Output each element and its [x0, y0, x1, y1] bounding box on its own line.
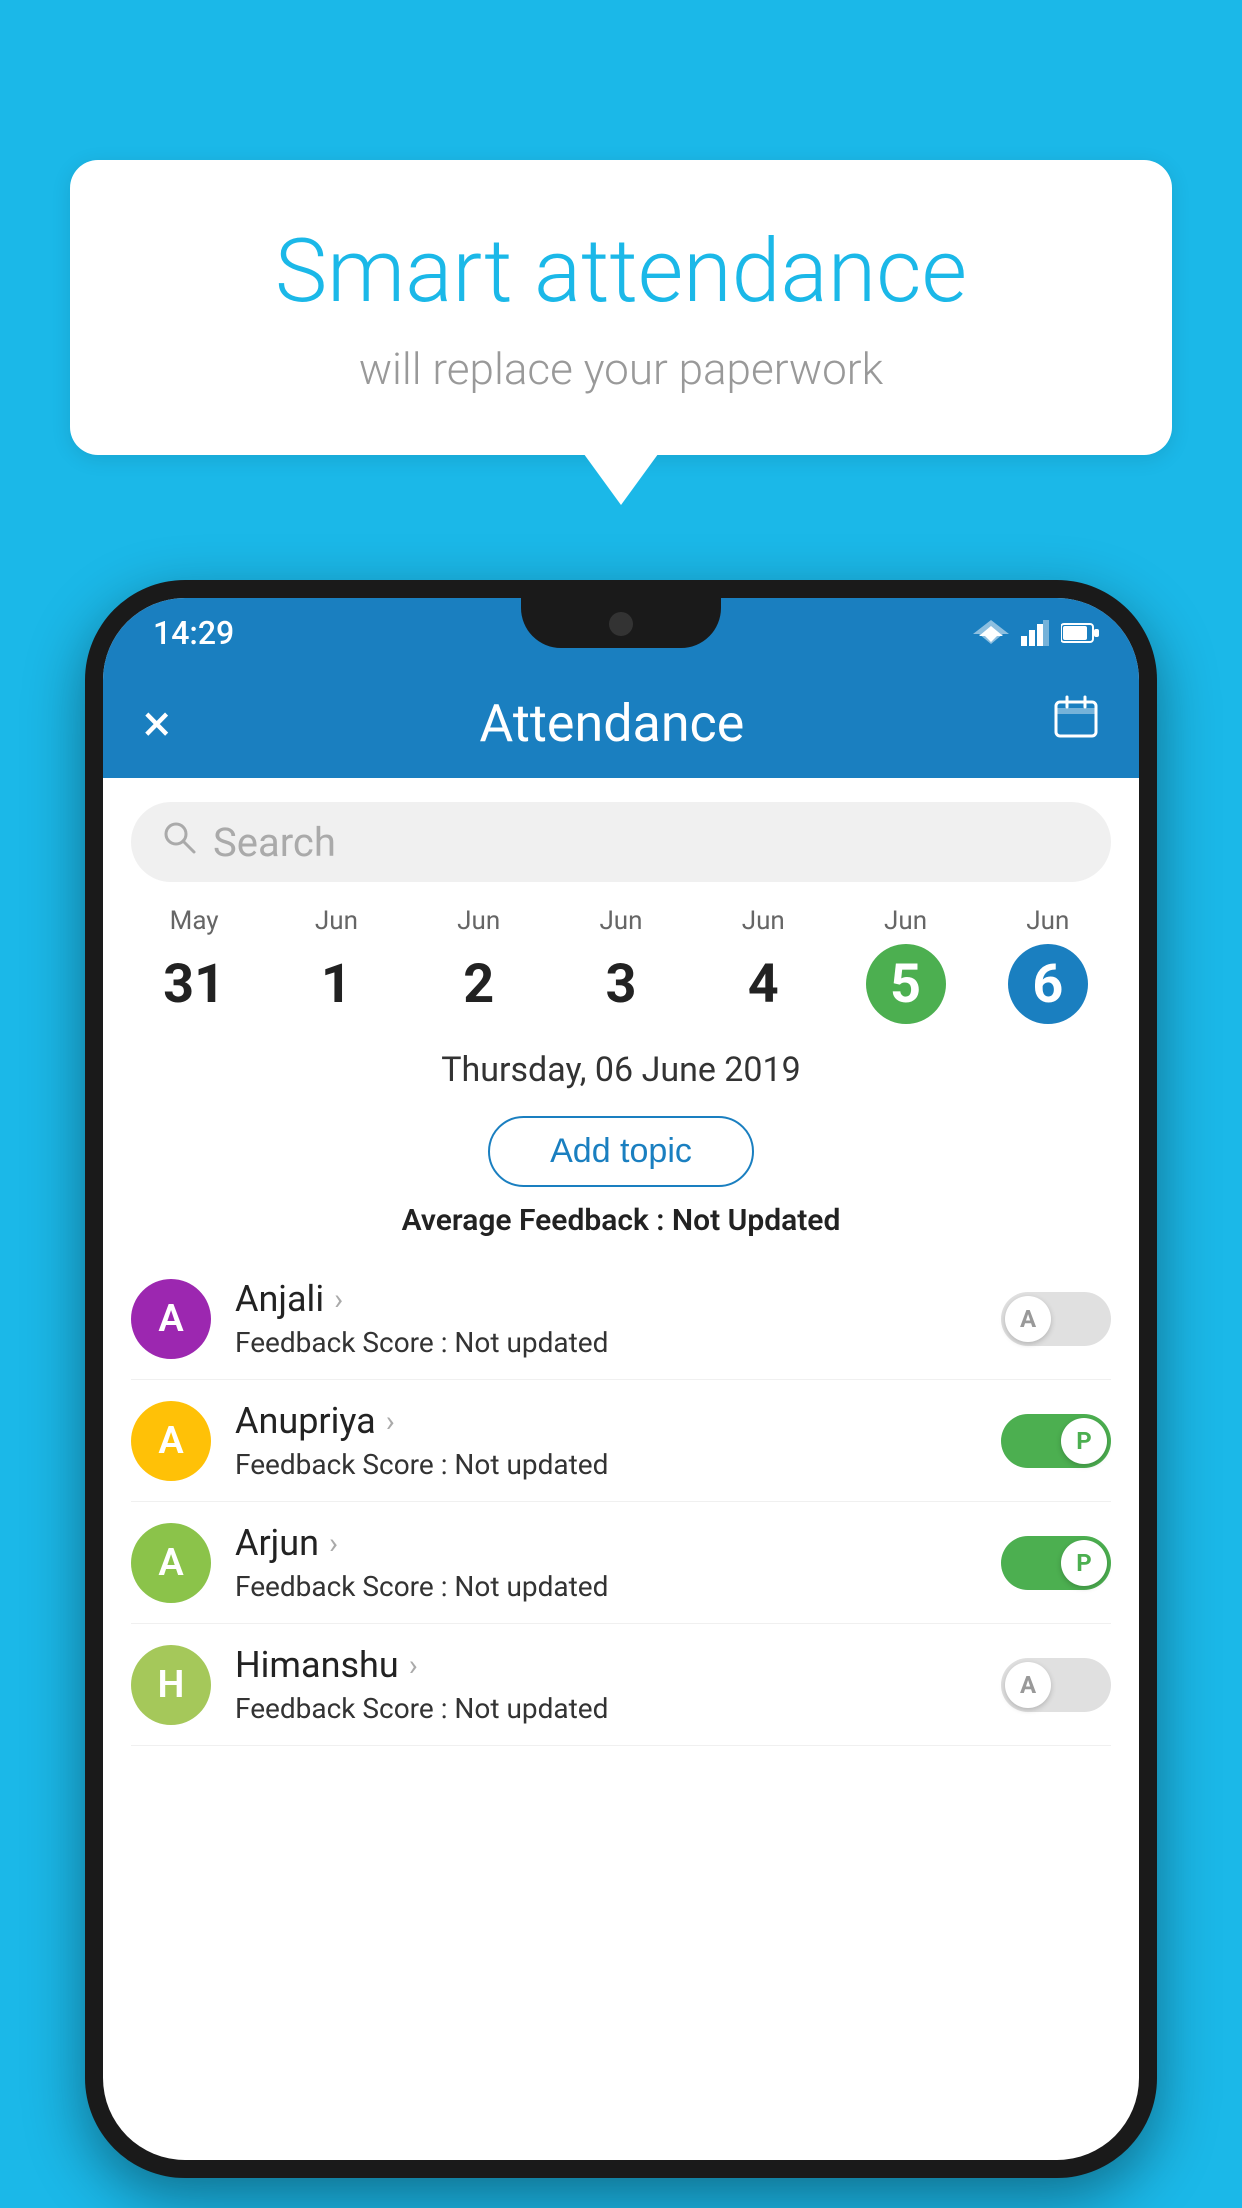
feedback-label: Feedback Score : [235, 1326, 454, 1359]
student-avatar: A [131, 1279, 211, 1359]
toggle-knob: A [1005, 1296, 1051, 1342]
attendance-toggle[interactable]: A [1001, 1658, 1111, 1712]
student-info: Anupriya › Feedback Score : Not updated [235, 1400, 1001, 1481]
app-bar: × Attendance [103, 668, 1139, 778]
student-avatar: A [131, 1401, 211, 1481]
student-feedback: Feedback Score : Not updated [235, 1448, 1001, 1481]
avg-feedback-value: Not Updated [672, 1203, 840, 1238]
search-placeholder: Search [213, 819, 336, 866]
calendar-day-6[interactable]: Jun 6 [977, 906, 1119, 1024]
speech-bubble-subtitle: will replace your paperwork [150, 343, 1092, 395]
attendance-toggle[interactable]: A [1001, 1292, 1111, 1346]
feedback-value: Not updated [454, 1570, 608, 1603]
student-item[interactable]: A Anupriya › Feedback Score : Not updated P [131, 1380, 1111, 1502]
day-month-label: Jun [834, 906, 976, 936]
student-name: Anupriya › [235, 1400, 1001, 1442]
speech-bubble-container: Smart attendance will replace your paper… [70, 160, 1172, 455]
selected-date: Thursday, 06 June 2019 [103, 1034, 1139, 1100]
student-avatar: A [131, 1523, 211, 1603]
student-info: Anjali › Feedback Score : Not updated [235, 1278, 1001, 1359]
phone-camera [609, 612, 633, 636]
avg-feedback-label: Average Feedback : [402, 1203, 672, 1238]
student-list: AAnjali›Feedback Score : Not updatedAAAn… [103, 1258, 1139, 1746]
day-month-label: Jun [977, 906, 1119, 936]
calendar-strip: May 31 Jun 1 Jun 2 Jun 3 Jun 4 Jun 5 Jun 6 [103, 906, 1139, 1024]
status-icons [973, 620, 1099, 646]
feedback-value: Not updated [454, 1448, 608, 1481]
speech-bubble-title: Smart attendance [150, 220, 1092, 323]
chevron-icon: › [329, 1526, 338, 1561]
toggle-container[interactable]: P [1001, 1536, 1111, 1590]
student-feedback: Feedback Score : Not updated [235, 1570, 1001, 1603]
close-button[interactable]: × [143, 693, 171, 754]
phone-notch [521, 598, 721, 648]
avg-feedback: Average Feedback : Not Updated [103, 1203, 1139, 1238]
student-item[interactable]: AAnjali›Feedback Score : Not updatedA [131, 1258, 1111, 1380]
day-month-label: May [123, 906, 265, 936]
speech-bubble: Smart attendance will replace your paper… [70, 160, 1172, 455]
feedback-value: Not updated [454, 1326, 608, 1359]
toggle-container[interactable]: P [1001, 1414, 1111, 1468]
wifi-icon [973, 620, 1009, 646]
scrollable-content: Search May 31 Jun 1 Jun 2 Jun 3 Jun 4 Jun 5 Jun 6 Thu… [103, 778, 1139, 2160]
chevron-icon: › [409, 1648, 418, 1683]
student-feedback: Feedback Score : Not updated [235, 1692, 1001, 1725]
phone-inner: 14:29 [103, 598, 1139, 2160]
student-item[interactable]: A Arjun › Feedback Score : Not updated P [131, 1502, 1111, 1624]
toggle-knob: P [1061, 1418, 1107, 1464]
calendar-day-4[interactable]: Jun 4 [692, 906, 834, 1024]
student-name-text: Anupriya [235, 1400, 376, 1442]
day-number: 5 [866, 944, 946, 1024]
toggle-container[interactable]: A [1001, 1292, 1111, 1346]
search-bar[interactable]: Search [131, 802, 1111, 882]
day-month-label: Jun [550, 906, 692, 936]
chevron-icon: › [386, 1404, 395, 1439]
day-number: 4 [723, 944, 803, 1024]
student-name: Anjali › [235, 1278, 1001, 1320]
day-month-label: Jun [692, 906, 834, 936]
student-avatar: H [131, 1645, 211, 1725]
search-icon [161, 819, 197, 865]
attendance-toggle[interactable]: P [1001, 1414, 1111, 1468]
student-name-text: Anjali [235, 1278, 324, 1320]
phone-screen: 14:29 [103, 598, 1139, 2160]
calendar-day-2[interactable]: Jun 2 [408, 906, 550, 1024]
calendar-day-5[interactable]: Jun 5 [834, 906, 976, 1024]
attendance-toggle[interactable]: P [1001, 1536, 1111, 1590]
day-number: 1 [296, 944, 376, 1024]
day-number: 3 [581, 944, 661, 1024]
feedback-label: Feedback Score : [235, 1570, 454, 1603]
day-month-label: Jun [408, 906, 550, 936]
calendar-icon[interactable] [1053, 694, 1099, 752]
calendar-day-3[interactable]: Jun 3 [550, 906, 692, 1024]
toggle-knob: A [1005, 1662, 1051, 1708]
toggle-knob: P [1061, 1540, 1107, 1586]
day-number: 6 [1008, 944, 1088, 1024]
student-name: Himanshu › [235, 1644, 1001, 1686]
day-number: 2 [439, 944, 519, 1024]
student-item[interactable]: HHimanshu›Feedback Score : Not updatedA [131, 1624, 1111, 1746]
calendar-day-31[interactable]: May 31 [123, 906, 265, 1024]
student-name-text: Arjun [235, 1522, 319, 1564]
signal-icon [1021, 620, 1049, 646]
feedback-label: Feedback Score : [235, 1692, 454, 1725]
day-number: 31 [154, 944, 234, 1024]
app-bar-title: Attendance [479, 693, 744, 754]
student-info: Arjun › Feedback Score : Not updated [235, 1522, 1001, 1603]
student-name-text: Himanshu [235, 1644, 399, 1686]
student-feedback: Feedback Score : Not updated [235, 1326, 1001, 1359]
student-name: Arjun › [235, 1522, 1001, 1564]
calendar-day-1[interactable]: Jun 1 [265, 906, 407, 1024]
phone-frame: 14:29 [85, 580, 1157, 2178]
add-topic-button[interactable]: Add topic [488, 1116, 754, 1187]
feedback-value: Not updated [454, 1692, 608, 1725]
student-info: Himanshu › Feedback Score : Not updated [235, 1644, 1001, 1725]
feedback-label: Feedback Score : [235, 1448, 454, 1481]
chevron-icon: › [334, 1282, 343, 1317]
day-month-label: Jun [265, 906, 407, 936]
toggle-container[interactable]: A [1001, 1658, 1111, 1712]
battery-icon [1061, 622, 1099, 644]
status-time: 14:29 [153, 614, 234, 652]
